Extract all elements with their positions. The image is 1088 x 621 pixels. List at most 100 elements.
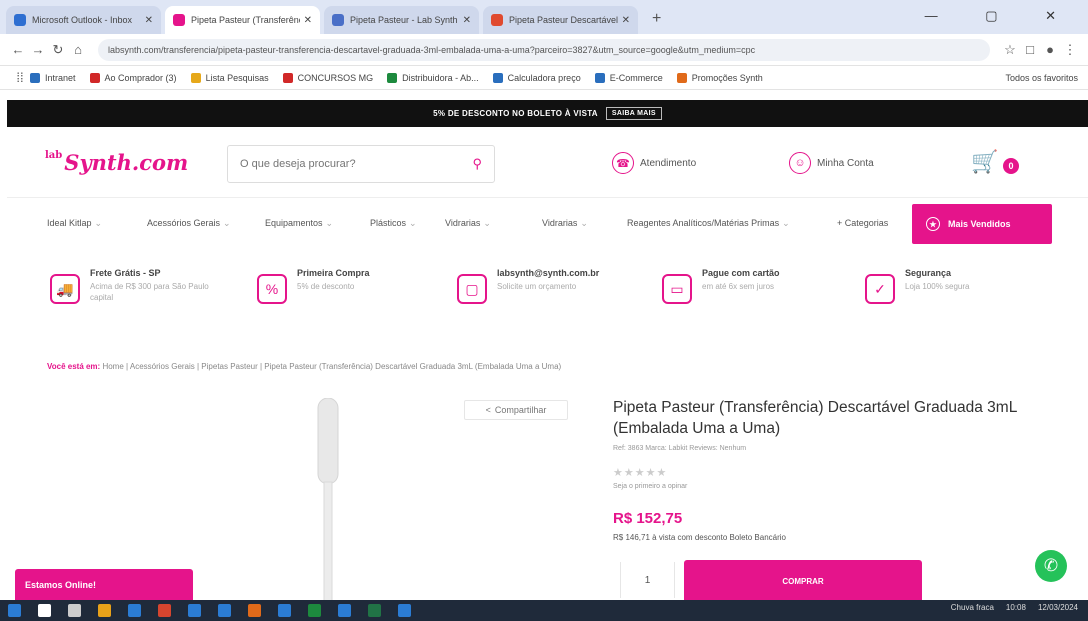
best-sellers-button[interactable]: ★ Mais Vendidos bbox=[912, 204, 1052, 244]
url-field[interactable]: labsynth.com/transferencia/pipeta-pasteu… bbox=[98, 38, 990, 61]
back-icon[interactable]: ← bbox=[8, 42, 28, 57]
bookmark-star-icon[interactable]: ☆ bbox=[1000, 42, 1020, 58]
browser-tab-strip: Microsoft Outlook - Inbox ✕ Pipeta Pasteur… bbox=[0, 0, 1088, 34]
account-link[interactable]: ☺ Minha Conta bbox=[789, 152, 874, 174]
taskbar-app-icon[interactable] bbox=[8, 604, 21, 617]
product-gallery[interactable] bbox=[260, 395, 460, 603]
menu-item[interactable]: Vidrarias ⌄ bbox=[542, 218, 588, 229]
online-chat-tab[interactable]: Estamos Online! bbox=[15, 569, 193, 600]
menu-item[interactable]: Equipamentos ⌄ bbox=[265, 218, 333, 229]
bookmark-item[interactable]: Promoções Synth bbox=[676, 72, 763, 83]
product-title: Pipeta Pasteur (Transferência) Descartáv… bbox=[613, 399, 1017, 437]
bookmark-item[interactable]: Intranet bbox=[30, 72, 76, 83]
rating-stars[interactable]: ★★★★★ bbox=[613, 466, 667, 479]
new-tab-button[interactable]: + bbox=[642, 10, 671, 34]
weather-label[interactable]: Chuva fraca bbox=[951, 603, 994, 612]
search-input[interactable] bbox=[240, 158, 473, 170]
taskbar-app-icon[interactable] bbox=[128, 604, 141, 617]
taskbar-app-icon[interactable] bbox=[308, 604, 321, 617]
bookmark-item[interactable]: Calculadora preço bbox=[492, 72, 581, 83]
promo-link[interactable]: SAIBA MAIS bbox=[605, 107, 662, 120]
taskbar-app-icon[interactable] bbox=[218, 604, 231, 617]
feature-item: ▢ labsynth@synth.com.br Solicite um orçame… bbox=[457, 268, 599, 304]
reload-icon[interactable]: ↻ bbox=[48, 42, 68, 58]
search-icon[interactable]: ⚲ bbox=[472, 156, 482, 172]
bookmark-favicon-icon bbox=[387, 72, 398, 83]
taskbar-app-icon[interactable] bbox=[278, 604, 291, 617]
forward-icon[interactable]: → bbox=[28, 42, 48, 57]
logo-prefix: lab bbox=[45, 150, 63, 161]
menu-item[interactable]: Vidrarias ⌄ bbox=[445, 218, 491, 229]
menu-item-label: Vidrarias bbox=[542, 218, 578, 228]
clock-date[interactable]: 12/03/2024 bbox=[1038, 603, 1078, 612]
close-icon[interactable]: ✕ bbox=[304, 15, 312, 26]
whatsapp-icon[interactable]: ✆ bbox=[1035, 550, 1067, 582]
bookmark-item[interactable]: E-Commerce bbox=[594, 72, 663, 83]
review-link[interactable]: Seja o primeiro a opinar bbox=[613, 483, 687, 490]
close-icon[interactable]: ✕ bbox=[463, 15, 471, 26]
taskbar-app-icon[interactable] bbox=[248, 604, 261, 617]
browser-tab[interactable]: Pipeta Pasteur Descartável ✕ bbox=[483, 6, 638, 34]
buy-button[interactable]: COMPRAR bbox=[684, 560, 922, 602]
extensions-icon[interactable]: □ bbox=[1020, 42, 1040, 57]
bookmark-favicon-icon bbox=[676, 72, 687, 83]
bookmark-label: Lista Pesquisas bbox=[205, 72, 269, 83]
close-icon[interactable]: ✕ bbox=[622, 15, 630, 26]
all-bookmarks[interactable]: Todos os favoritos bbox=[1005, 73, 1078, 83]
tab-favicon-icon bbox=[173, 14, 185, 26]
tab-favicon-icon bbox=[14, 14, 26, 26]
taskbar-app-icon[interactable] bbox=[368, 604, 381, 617]
menu-item[interactable]: Ideal Kitlap ⌄ bbox=[47, 218, 102, 229]
taskbar-app-icon[interactable] bbox=[68, 604, 81, 617]
support-link[interactable]: ☎ Atendimento bbox=[612, 152, 696, 174]
share-button[interactable]: < Compartilhar bbox=[464, 400, 568, 420]
taskbar-app-icon[interactable] bbox=[158, 604, 171, 617]
browser-tab[interactable]: Pipeta Pasteur - Lab Synth ✕ bbox=[324, 6, 479, 34]
menu-item-label: Equipamentos bbox=[265, 218, 323, 228]
discount-price: R$ 146,71 à vista com desconto Boleto Ba… bbox=[613, 533, 786, 542]
menu-item-label: Vidrarias bbox=[445, 218, 481, 228]
breadcrumb-path[interactable]: Home | Acessórios Gerais | Pipetas Paste… bbox=[102, 362, 561, 371]
feature-desc: em até 6x sem juros bbox=[702, 282, 775, 291]
site-logo[interactable]: labSynth.com bbox=[45, 150, 188, 175]
taskbar-app-icon[interactable] bbox=[98, 604, 111, 617]
feature-desc: Loja 100% segura bbox=[905, 282, 970, 291]
apps-icon[interactable]: ⁞⁞ bbox=[10, 70, 30, 85]
bookmark-label: Calculadora preço bbox=[507, 72, 581, 83]
bookmark-item[interactable]: CONCURSOS MG bbox=[282, 72, 373, 83]
close-icon[interactable]: ✕ bbox=[145, 15, 153, 26]
window-controls[interactable]: — ▢ ✕ bbox=[925, 8, 1078, 24]
category-menu: Ideal Kitlap ⌄ Acessórios Gerais ⌄ Equipamen… bbox=[7, 197, 1088, 247]
chevron-down-icon: ⌄ bbox=[94, 218, 103, 228]
clock-time[interactable]: 10:08 bbox=[1006, 603, 1026, 612]
menu-icon[interactable]: ⋮ bbox=[1060, 42, 1080, 58]
bookmark-item[interactable]: Distribuidora - Ab... bbox=[387, 72, 479, 83]
feature-icon: % bbox=[257, 274, 287, 304]
bookmark-item[interactable]: Ao Comprador (3) bbox=[89, 72, 177, 83]
bookmark-favicon-icon bbox=[492, 72, 503, 83]
taskbar-app-icon[interactable] bbox=[338, 604, 351, 617]
browser-tab[interactable]: Microsoft Outlook - Inbox ✕ bbox=[6, 6, 161, 34]
feature-item: 🚚 Frete Grátis - SP Acima de R$ 300 para S… bbox=[50, 268, 230, 304]
home-icon[interactable]: ⌂ bbox=[68, 42, 88, 57]
menu-item[interactable]: Acessórios Gerais ⌄ bbox=[147, 218, 231, 229]
bookmark-label: Distribuidora - Ab... bbox=[402, 72, 479, 83]
address-bar-row: ← → ↻ ⌂ labsynth.com/transferencia/pipet… bbox=[0, 34, 1088, 66]
taskbar-app-icon[interactable] bbox=[38, 604, 51, 617]
bookmark-label: Promoções Synth bbox=[691, 72, 763, 83]
taskbar-app-icon[interactable] bbox=[188, 604, 201, 617]
feature-item: ▭ Pague com cartão em até 6x sem juros bbox=[662, 268, 780, 304]
bookmark-item[interactable]: Lista Pesquisas bbox=[190, 72, 269, 83]
cart-icon[interactable]: 🛒 bbox=[971, 149, 998, 175]
menu-item[interactable]: Reagentes Analíticos/Matérias Primas ⌄ bbox=[627, 218, 790, 229]
chevron-down-icon: ⌄ bbox=[580, 218, 588, 228]
browser-tab[interactable]: Pipeta Pasteur (Transferência) ✕ bbox=[165, 6, 320, 34]
feature-title: Pague com cartão bbox=[702, 268, 780, 278]
quantity-value: 1 bbox=[644, 574, 651, 586]
feature-title: Segurança bbox=[905, 268, 952, 278]
quantity-stepper[interactable]: 1 bbox=[620, 562, 675, 598]
menu-item[interactable]: Plásticos ⌄ bbox=[370, 218, 417, 229]
profile-icon[interactable]: ● bbox=[1040, 42, 1060, 57]
taskbar-app-icon[interactable] bbox=[398, 604, 411, 617]
menu-item[interactable]: + Categorias bbox=[837, 218, 888, 228]
